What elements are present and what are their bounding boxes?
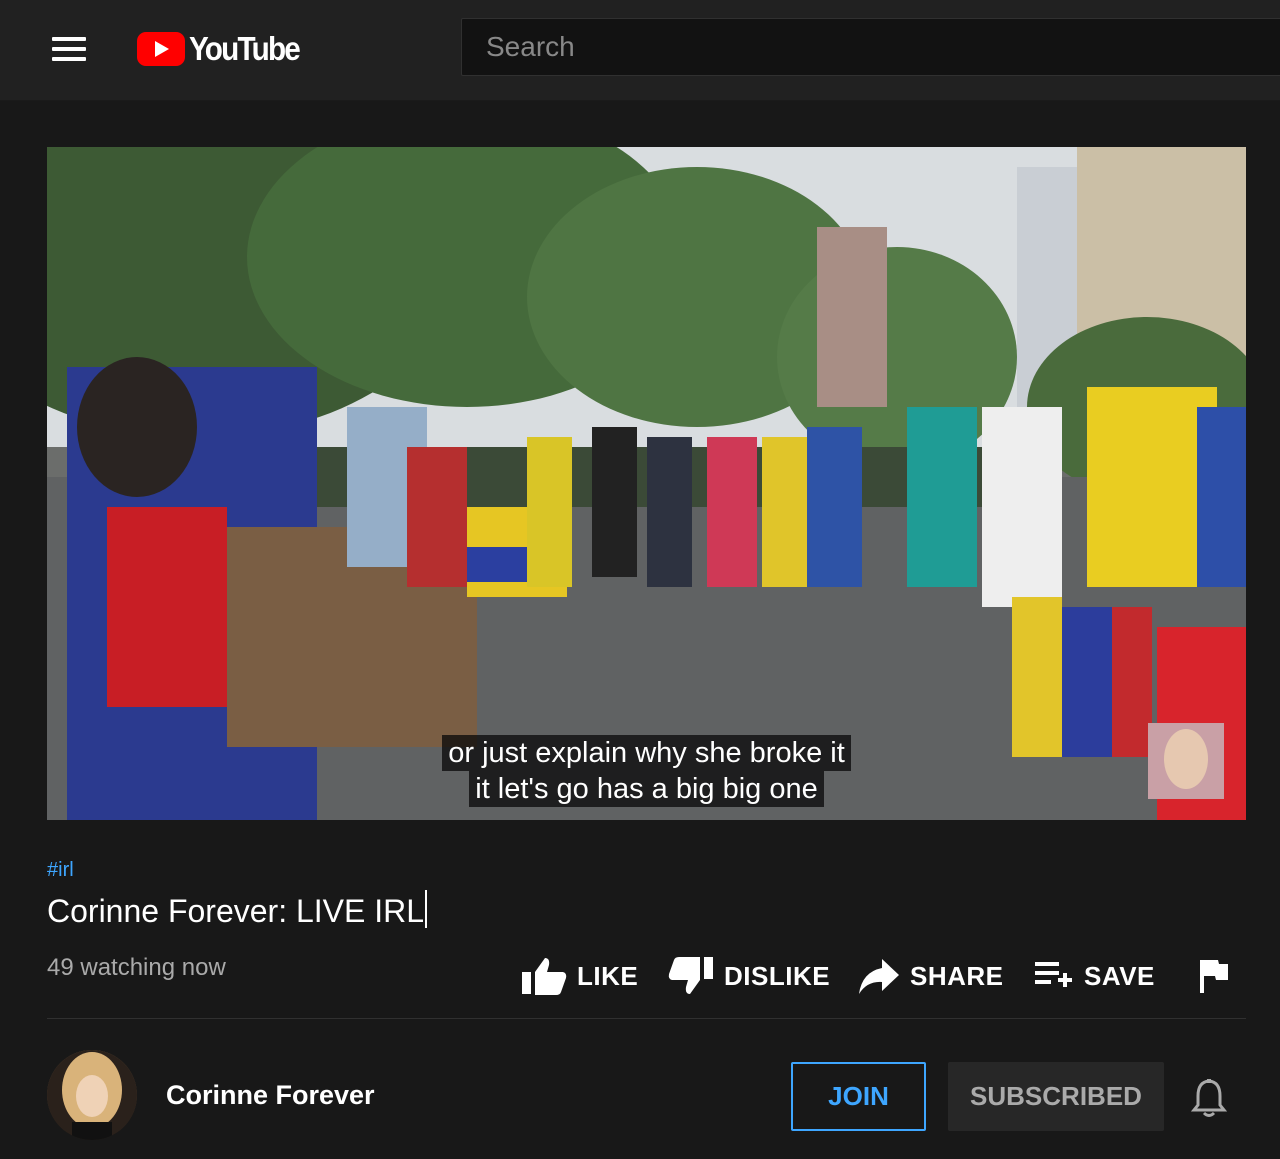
youtube-play-icon [137, 32, 185, 66]
channel-avatar[interactable] [47, 1050, 137, 1140]
share-button[interactable]: SHARE [858, 952, 1004, 1000]
share-arrow-icon [859, 959, 899, 994]
share-label: SHARE [910, 960, 1004, 991]
channel-name[interactable]: Corinne Forever [166, 1080, 375, 1111]
video-frame [47, 147, 1246, 820]
text-cursor [425, 890, 428, 928]
hashtag-link[interactable]: #irl [47, 859, 74, 882]
report-button[interactable] [1198, 952, 1230, 1000]
bell-shape [1190, 1079, 1228, 1117]
watching-count: 49 watching now [47, 954, 226, 981]
playlist-add-icon [1035, 962, 1072, 987]
divider [47, 1018, 1246, 1019]
video-title: Corinne Forever: LIVE IRL [47, 890, 428, 930]
join-button[interactable]: JOIN [791, 1062, 926, 1131]
avatar-image [47, 1050, 137, 1140]
search-input[interactable]: Search [461, 18, 1280, 76]
logo-text: YouTube [189, 30, 301, 67]
subscribed-button[interactable]: SUBSCRIBED [948, 1062, 1164, 1131]
top-bar: YouTube Search [0, 0, 1280, 101]
hamburger-menu-icon[interactable] [52, 37, 86, 61]
save-button[interactable]: SAVE [1034, 952, 1155, 1000]
caption-overlay: or just explain why she broke it it let'… [47, 735, 1246, 807]
like-label: LIKE [577, 960, 639, 991]
thumbs-up-icon [522, 958, 567, 995]
caption-line: it let's go has a big big one [469, 771, 824, 807]
video-title-text: Corinne Forever: LIVE IRL [47, 893, 425, 929]
save-label: SAVE [1084, 960, 1155, 991]
flag-icon [1200, 960, 1228, 993]
like-button[interactable]: LIKE [521, 952, 638, 1000]
notification-bell-icon[interactable] [1190, 1078, 1228, 1118]
caption-line: or just explain why she broke it [442, 735, 851, 771]
dislike-button[interactable]: DISLIKE [668, 952, 830, 1000]
thumbs-down-icon [668, 957, 713, 994]
video-player[interactable]: or just explain why she broke it it let'… [47, 147, 1246, 820]
youtube-logo[interactable]: YouTube [137, 30, 311, 68]
dislike-label: DISLIKE [724, 960, 831, 991]
